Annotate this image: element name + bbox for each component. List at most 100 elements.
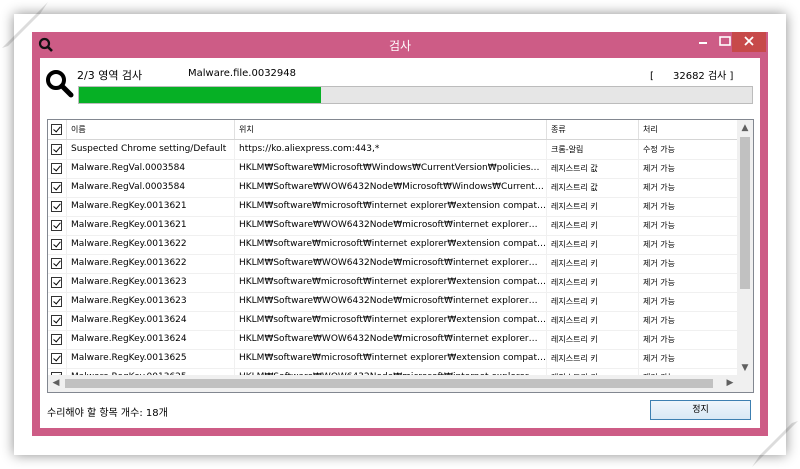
cell-location: https://ko.aliexpress.com:443,*: [235, 140, 547, 159]
cell-location: HKLM₩software₩microsoft₩internet explore…: [235, 349, 547, 368]
stop-button[interactable]: 정지: [650, 400, 751, 420]
table-row[interactable]: Malware.RegKey.0013625 HKLM₩software₩micr…: [48, 349, 738, 369]
scan-count-bracket: [: [650, 71, 654, 82]
cell-location: HKLM₩software₩microsoft₩internet explore…: [235, 235, 547, 254]
close-button[interactable]: [732, 32, 766, 52]
scan-count-value: 32682 검사 ]: [672, 71, 734, 82]
row-checkbox[interactable]: [51, 353, 62, 364]
row-checkbox-cell[interactable]: [48, 254, 67, 273]
column-header-type[interactable]: 종류: [547, 120, 639, 139]
cell-action: 제거 가능: [639, 273, 738, 292]
row-checkbox[interactable]: [51, 163, 62, 174]
vertical-scrollbar[interactable]: ▲ ▼: [737, 120, 753, 376]
cell-type: 레지스트리 키: [547, 273, 639, 292]
scan-count-label: [ 32682 검사 ]: [650, 67, 733, 82]
cell-action: 제거 가능: [639, 330, 738, 349]
cell-name: Malware.RegKey.0013623: [67, 273, 235, 292]
row-checkbox[interactable]: [51, 334, 62, 345]
cell-type: 레지스트리 키: [547, 216, 639, 235]
row-checkbox-cell[interactable]: [48, 216, 67, 235]
table-row[interactable]: Malware.RegVal.0003584 HKLM₩Software₩Micr…: [48, 159, 738, 179]
cell-name: Malware.RegKey.0013623: [67, 292, 235, 311]
table-row[interactable]: Malware.RegKey.0013624 HKLM₩Software₩WOW6…: [48, 330, 738, 350]
cell-location: HKLM₩Software₩WOW6432Node₩microsoft₩inte…: [235, 330, 547, 349]
cell-action: 제거 가능: [639, 311, 738, 330]
row-checkbox-cell[interactable]: [48, 292, 67, 311]
cell-name: Malware.RegKey.0013622: [67, 235, 235, 254]
scan-progress-bar: [78, 86, 753, 104]
row-checkbox[interactable]: [51, 220, 62, 231]
table-row[interactable]: Malware.RegKey.0013622 HKLM₩software₩micr…: [48, 235, 738, 255]
cell-location: HKLM₩software₩microsoft₩internet explore…: [235, 311, 547, 330]
column-header-name[interactable]: 이름: [67, 120, 235, 139]
table-row[interactable]: Malware.RegKey.0013622 HKLM₩Software₩WOW6…: [48, 254, 738, 274]
table-row[interactable]: Suspected Chrome setting/Default https://…: [48, 140, 738, 160]
scroll-down-icon[interactable]: ▼: [737, 360, 753, 376]
scan-window: 검사 2/3 영역 검사 Malware.file.0032948 [ 3268…: [32, 32, 768, 436]
cell-type: 크롬-알림: [547, 140, 639, 159]
cell-location: HKLM₩software₩microsoft₩internet explore…: [235, 273, 547, 292]
row-checkbox-cell[interactable]: [48, 178, 67, 197]
row-checkbox-cell[interactable]: [48, 273, 67, 292]
row-checkbox[interactable]: [51, 296, 62, 307]
cell-type: 레지스트리 키: [547, 235, 639, 254]
cell-type: 레지스트리 키: [547, 197, 639, 216]
table-row[interactable]: Malware.RegKey.0013621 HKLM₩Software₩WOW6…: [48, 216, 738, 236]
items-to-repair-label: 수리해야 할 항목 개수: 18개: [47, 408, 168, 419]
cell-location: HKLM₩Software₩WOW6432Node₩Microsoft₩Wind…: [235, 178, 547, 197]
column-header-location[interactable]: 위치: [235, 120, 547, 139]
row-checkbox[interactable]: [51, 239, 62, 250]
select-all-checkbox[interactable]: [51, 124, 62, 135]
row-checkbox[interactable]: [51, 144, 62, 155]
scroll-left-icon[interactable]: ◀: [48, 375, 64, 392]
row-checkbox-cell[interactable]: [48, 349, 67, 368]
title-bar[interactable]: 검사: [32, 32, 768, 58]
row-checkbox[interactable]: [51, 277, 62, 288]
table-row[interactable]: Malware.RegVal.0003584 HKLM₩Software₩WOW6…: [48, 178, 738, 198]
row-checkbox-cell[interactable]: [48, 235, 67, 254]
row-checkbox-cell[interactable]: [48, 311, 67, 330]
cell-name: Malware.RegKey.0013621: [67, 216, 235, 235]
cell-name: Malware.RegVal.0003584: [67, 178, 235, 197]
cell-action: 제거 가능: [639, 349, 738, 368]
current-file-label: Malware.file.0032948: [188, 68, 297, 79]
row-checkbox[interactable]: [51, 182, 62, 193]
vertical-scroll-thumb[interactable]: [740, 137, 750, 289]
table-row[interactable]: Malware.RegKey.0013621 HKLM₩software₩micr…: [48, 197, 738, 217]
cell-type: 레지스트리 키: [547, 254, 639, 273]
header-select-all[interactable]: [48, 120, 67, 139]
cell-action: 제거 가능: [639, 216, 738, 235]
row-checkbox[interactable]: [51, 315, 62, 326]
column-header-action[interactable]: 처리: [639, 120, 738, 139]
horizontal-scrollbar[interactable]: ◀ ▶: [48, 375, 738, 392]
row-checkbox-cell[interactable]: [48, 159, 67, 178]
table-row[interactable]: Malware.RegKey.0013623 HKLM₩Software₩WOW6…: [48, 292, 738, 312]
table-header: 이름 위치 종류 처리: [48, 120, 738, 140]
cell-name: Malware.RegKey.0013622: [67, 254, 235, 273]
client-area: 2/3 영역 검사 Malware.file.0032948 [ 32682 검…: [40, 58, 760, 428]
table-row[interactable]: Malware.RegKey.0013624 HKLM₩software₩micr…: [48, 311, 738, 331]
cell-action: 제거 가능: [639, 197, 738, 216]
cell-action: 제거 가능: [639, 159, 738, 178]
cell-name: Malware.RegKey.0013621: [67, 197, 235, 216]
cell-name: Suspected Chrome setting/Default: [67, 140, 235, 159]
results-table: 이름 위치 종류 처리 Suspected Chrome setting/Def…: [47, 119, 754, 393]
cell-name: Malware.RegKey.0013625: [67, 349, 235, 368]
scan-progress-fill: [79, 87, 322, 103]
cell-type: 레지스트리 키: [547, 349, 639, 368]
cell-type: 레지스트리 값: [547, 159, 639, 178]
table-row[interactable]: Malware.RegKey.0013623 HKLM₩software₩micr…: [48, 273, 738, 293]
cell-action: 수정 가능: [639, 140, 738, 159]
cell-type: 레지스트리 키: [547, 311, 639, 330]
row-checkbox[interactable]: [51, 201, 62, 212]
scroll-up-icon[interactable]: ▲: [737, 120, 753, 136]
row-checkbox[interactable]: [51, 258, 62, 269]
row-checkbox-cell[interactable]: [48, 197, 67, 216]
horizontal-scroll-thumb[interactable]: [65, 379, 713, 388]
scroll-right-icon[interactable]: ▶: [722, 375, 738, 392]
cell-location: HKLM₩Software₩WOW6432Node₩microsoft₩inte…: [235, 254, 547, 273]
cell-name: Malware.RegKey.0013624: [67, 311, 235, 330]
row-checkbox-cell[interactable]: [48, 330, 67, 349]
close-icon: [744, 36, 754, 46]
row-checkbox-cell[interactable]: [48, 140, 67, 159]
